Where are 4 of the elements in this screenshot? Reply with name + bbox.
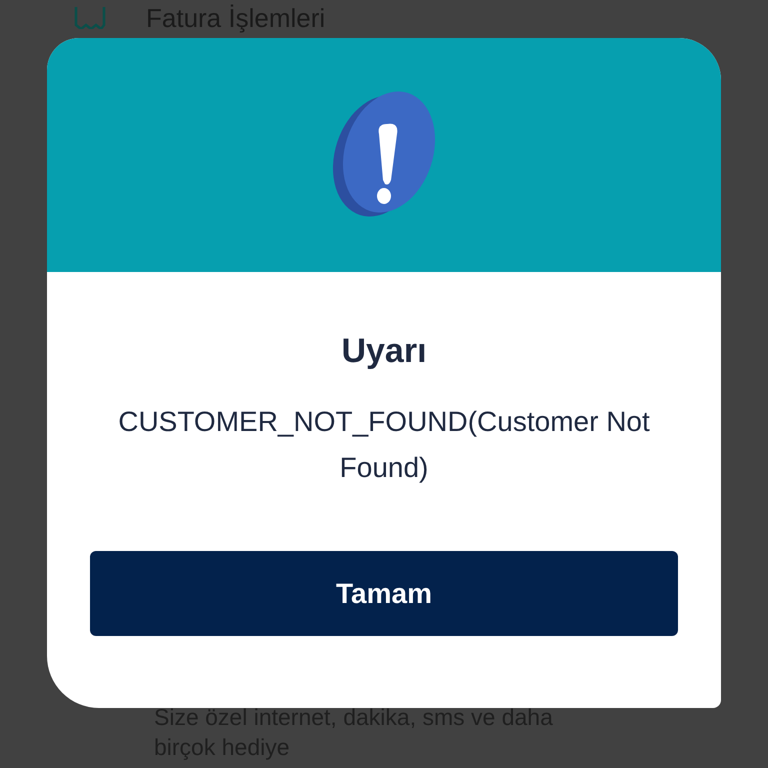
dialog-message: CUSTOMER_NOT_FOUND(Customer Not Found) (117, 405, 651, 485)
dialog-title: Uyarı (341, 331, 427, 372)
ok-button[interactable]: Tamam (90, 551, 678, 636)
receipt-icon (74, 7, 106, 29)
